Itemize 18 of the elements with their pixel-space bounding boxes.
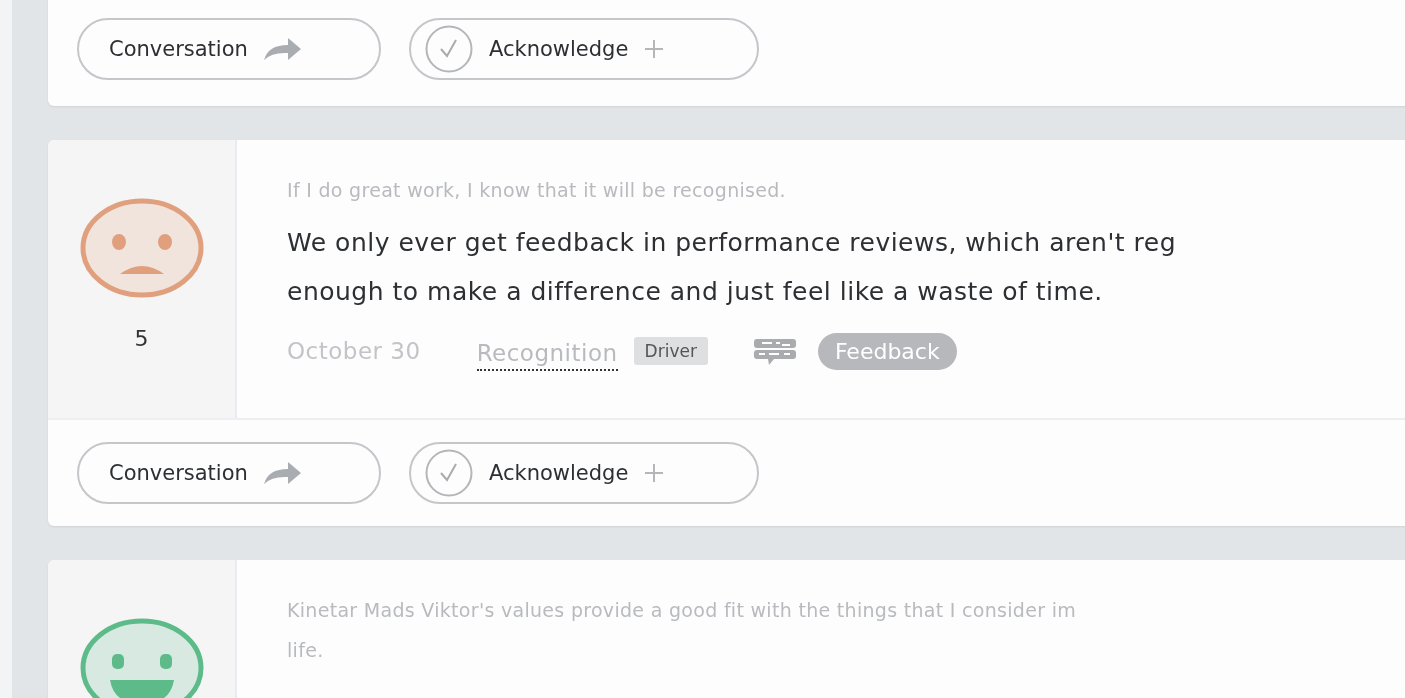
comment-date: October 30 — [287, 338, 421, 364]
score-value: 5 — [134, 326, 149, 351]
comment-text: We only ever get feedback in performance reviews, which aren't reg enough to make a difference and just feel like a waste of time. — [287, 227, 1177, 308]
check-icon — [425, 449, 473, 497]
question-text: Kinetar Mads Viktor's values provide a good fit with the things that I consider im life. — [287, 598, 1077, 663]
question-text: If I do great work, I know that it will be recognised. — [287, 178, 787, 203]
forward-arrow-icon — [263, 37, 302, 61]
acknowledge-button[interactable]: Acknowledge — [409, 18, 759, 80]
forward-arrow-icon — [263, 461, 302, 485]
conversation-button[interactable]: Conversation — [77, 18, 381, 80]
conversation-button[interactable]: Conversation — [77, 442, 381, 504]
chat-icon — [753, 337, 796, 365]
acknowledge-button[interactable]: Acknowledge — [409, 442, 759, 504]
driver-tag: Driver — [633, 337, 708, 365]
category-pill: Feedback — [817, 332, 957, 370]
plus-icon — [644, 39, 665, 59]
plus-icon — [644, 463, 665, 483]
check-icon — [425, 25, 473, 73]
